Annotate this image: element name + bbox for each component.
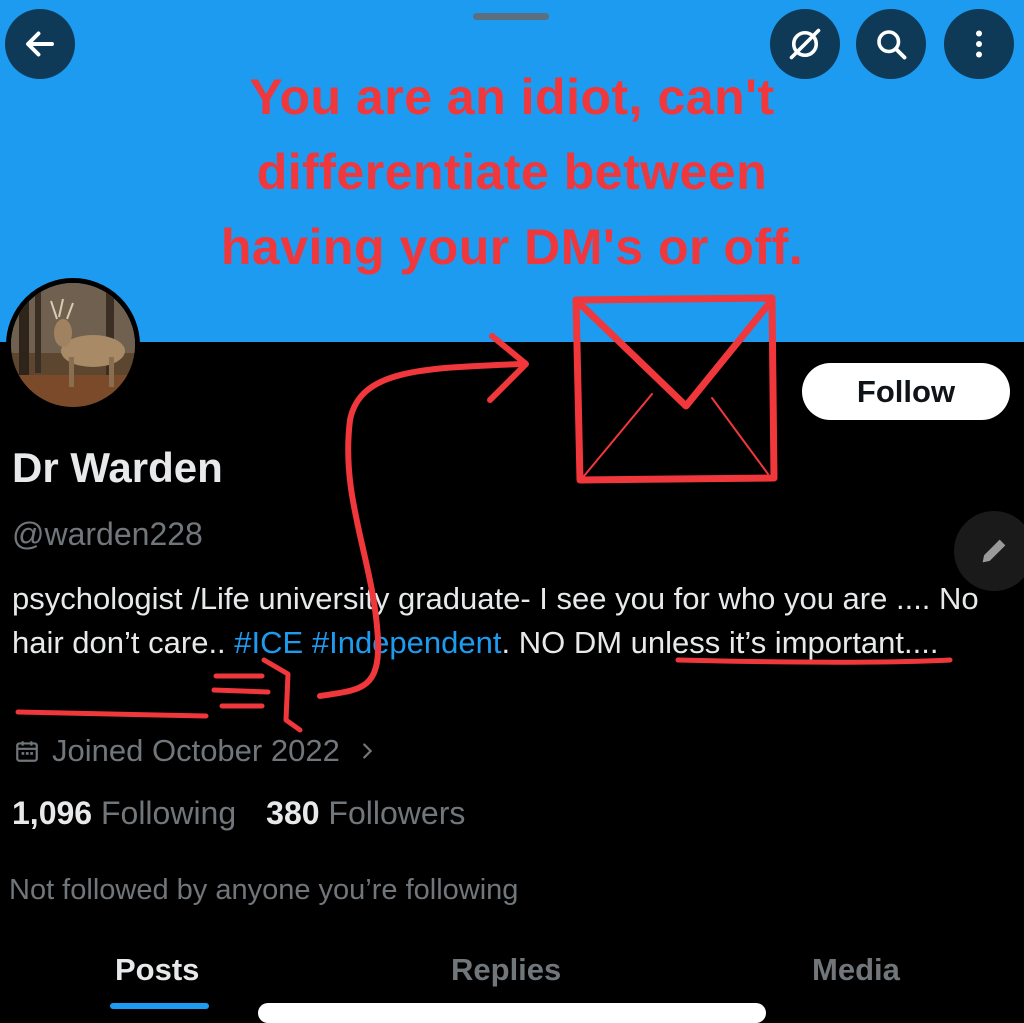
drag-handle[interactable] xyxy=(473,13,549,20)
followers-label: Followers xyxy=(328,795,466,831)
underline-important xyxy=(15,709,209,719)
joined-date: Joined October 2022 xyxy=(14,733,378,769)
deer-photo xyxy=(11,283,135,407)
eye-off-icon xyxy=(789,28,821,60)
chevron-right-icon[interactable] xyxy=(356,740,378,762)
search-icon xyxy=(877,30,907,60)
active-tab-indicator xyxy=(110,1003,209,1009)
following-link[interactable]: 1,096 Following xyxy=(12,795,236,832)
back-button[interactable] xyxy=(5,9,75,79)
joined-label: Joined October 2022 xyxy=(52,733,340,768)
follow-button[interactable]: Follow xyxy=(802,363,1010,420)
tab-posts[interactable]: Posts xyxy=(115,952,199,988)
arrow-left-icon xyxy=(26,31,54,57)
more-button[interactable] xyxy=(944,9,1014,79)
profile-handle: @warden228 xyxy=(12,516,203,552)
followers-count: 380 xyxy=(266,795,320,831)
calendar-icon xyxy=(16,741,38,762)
bio-text-end: . NO DM unless it’s important.... xyxy=(501,625,939,660)
profile-name: Dr Warden xyxy=(12,444,223,491)
profile-bio: psychologist /Life university graduate- … xyxy=(12,577,1012,665)
hashtag-independent[interactable]: #Independent xyxy=(312,625,502,660)
bottom-sheet-edge xyxy=(258,1003,766,1023)
annotation-text-line1: You are an idiot, can't xyxy=(249,69,775,125)
follow-stats: 1,096 Following 380 Followers xyxy=(12,795,465,832)
tab-replies[interactable]: Replies xyxy=(451,952,561,988)
following-count: 1,096 xyxy=(12,795,93,831)
pencil-icon xyxy=(982,539,1006,563)
mutual-followers-note: Not followed by anyone you’re following xyxy=(9,874,519,906)
followers-link[interactable]: 380 Followers xyxy=(266,795,465,832)
tab-media[interactable]: Media xyxy=(812,952,900,988)
hashtag-ice[interactable]: #ICE xyxy=(234,625,303,660)
more-vertical-icon xyxy=(976,30,982,58)
avatar[interactable] xyxy=(6,278,140,412)
annotation-text-line3: having your DM's or off. xyxy=(220,219,804,275)
following-label: Following xyxy=(100,795,237,831)
annotation-text-line2: differentiate between xyxy=(256,144,768,200)
